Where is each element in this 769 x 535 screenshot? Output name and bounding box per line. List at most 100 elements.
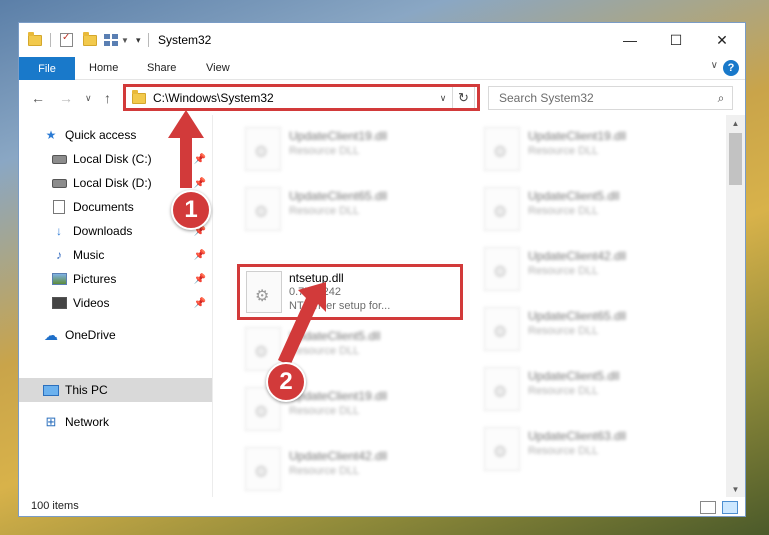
window-title: System32 (158, 33, 212, 47)
file-description: Resource DLL (528, 205, 599, 217)
view-options-icon[interactable] (104, 32, 118, 48)
file-name: UpdateClient42.dll (528, 249, 627, 263)
dll-file-icon (484, 307, 520, 351)
file-name: UpdateClient19.dll (289, 129, 388, 143)
pin-icon[interactable]: 📌 (194, 250, 206, 261)
sidebar-item-this-pc[interactable]: This PC (19, 378, 212, 402)
sidebar-item-label: Quick access (65, 128, 137, 142)
network-icon: ⊞ (45, 414, 57, 429)
sidebar-item-onedrive[interactable]: ☁ OneDrive (19, 323, 212, 347)
file-item[interactable]: UpdateClient65.dll Resource DLL (476, 299, 702, 355)
scroll-up-icon[interactable]: ▲ (726, 115, 745, 131)
sidebar-item-videos[interactable]: Videos 📌 (19, 291, 212, 315)
dll-file-icon (245, 127, 281, 171)
folder-icon (28, 31, 42, 48)
disk-icon (51, 152, 67, 166)
minimize-button[interactable]: — (607, 23, 653, 57)
sidebar-item-label: Network (65, 415, 110, 429)
pin-icon[interactable]: 📌 (194, 154, 206, 165)
maximize-button[interactable]: ☐ (653, 23, 699, 57)
file-description: Resource DLL (528, 145, 599, 157)
ribbon: File Home Share View ∨ ? (19, 57, 745, 80)
sidebar-item-quick-access[interactable]: ★ Quick access (19, 123, 212, 147)
file-version: 0.75.0.242 (289, 286, 341, 298)
dll-file-icon (484, 367, 520, 411)
sidebar-item-label: OneDrive (65, 328, 116, 342)
file-description: NT Driver setup for... (289, 300, 391, 312)
file-name: UpdateClient65.dll (289, 189, 388, 203)
file-description: Resource DLL (289, 205, 360, 217)
customize-toolbar-chevron-icon[interactable]: ▼ (121, 32, 129, 48)
file-item[interactable]: UpdateClient5.dll Resource DLL (476, 359, 702, 415)
sidebar-item-network[interactable]: ⊞ Network (19, 410, 212, 434)
tab-share[interactable]: Share (147, 62, 176, 74)
toolbar-separator (50, 32, 51, 48)
file-description: Resource DLL (528, 265, 599, 277)
tab-file[interactable]: File (19, 57, 75, 80)
scroll-thumb[interactable] (729, 133, 742, 185)
properties-icon[interactable] (60, 32, 73, 48)
sidebar-item-pictures[interactable]: Pictures 📌 (19, 267, 212, 291)
title-separator (148, 32, 149, 48)
pin-icon[interactable]: 📌 (194, 178, 206, 189)
sidebar-item-label: Pictures (73, 272, 117, 286)
document-icon (51, 200, 67, 214)
search-icon[interactable]: ⌕ (710, 91, 732, 106)
step-marker-2: 2 (266, 362, 306, 402)
sidebar-item-label: Local Disk (C:) (73, 152, 152, 166)
help-icon[interactable]: ? (723, 60, 739, 76)
computer-icon (43, 383, 59, 397)
file-item[interactable]: UpdateClient63.dll Resource DLL (476, 419, 702, 475)
sidebar-item-label: Downloads (73, 224, 133, 238)
file-item-highlighted[interactable]: ntsetup.dll 0.75.0.242 NT Driver setup f… (237, 264, 463, 320)
navigation-pane: ★ Quick access Local Disk (C:) 📌 Local D… (19, 115, 213, 497)
recent-locations-button[interactable]: ∨ (85, 93, 92, 104)
forward-button[interactable]: → (59, 90, 73, 106)
file-name: UpdateClient5.dll (528, 189, 620, 203)
back-button[interactable]: ← (31, 90, 45, 106)
large-icons-view-icon[interactable] (722, 501, 738, 514)
sidebar-item-music[interactable]: ♪ Music 📌 (19, 243, 212, 267)
tab-home[interactable]: Home (89, 62, 118, 74)
star-icon: ★ (45, 128, 57, 142)
file-item[interactable]: UpdateClient5.dll Resource DLL (476, 179, 702, 235)
file-description: Resource DLL (289, 145, 360, 157)
file-item[interactable]: UpdateClient19.dll Resource DLL (237, 119, 463, 175)
scroll-down-icon[interactable]: ▼ (726, 481, 745, 497)
pin-icon[interactable]: 📌 (194, 274, 206, 285)
dll-file-icon (484, 127, 520, 171)
tab-view[interactable]: View (206, 62, 230, 74)
file-item[interactable]: UpdateClient19.dll Resource DLL (476, 119, 702, 175)
file-description: Resource DLL (528, 325, 599, 337)
dll-file-icon (484, 427, 520, 471)
pictures-icon (51, 272, 67, 286)
up-button[interactable]: ↑ (104, 90, 111, 106)
download-icon: ↓ (56, 224, 62, 238)
dll-file-icon (245, 447, 281, 491)
sidebar-item-label: Videos (73, 296, 110, 310)
status-bar: 100 items (19, 497, 745, 516)
details-view-icon[interactable] (700, 501, 716, 514)
ribbon-collapse-icon[interactable]: ∨ (711, 60, 718, 71)
file-name: UpdateClient19.dll (528, 129, 627, 143)
cloud-icon: ☁ (44, 326, 58, 343)
sidebar-item-label: Music (73, 248, 105, 262)
file-item[interactable]: UpdateClient5.dll Resource DLL (237, 319, 463, 375)
title-bar: ▼ ▾ System32 — ☐ ✕ (19, 23, 745, 57)
dll-file-icon (484, 247, 520, 291)
file-item[interactable]: UpdateClient65.dll Resource DLL (237, 179, 463, 235)
pin-icon[interactable]: 📌 (194, 298, 206, 309)
file-description: Resource DLL (289, 405, 360, 417)
quick-access-dropdown-icon[interactable]: ▾ (136, 32, 141, 48)
new-folder-icon[interactable] (83, 31, 97, 48)
item-count: 100 items (31, 500, 79, 512)
search-input[interactable]: Search System32 ⌕ (488, 86, 733, 110)
close-button[interactable]: ✕ (699, 23, 745, 57)
file-item[interactable]: UpdateClient42.dll Resource DLL (476, 239, 702, 295)
file-description: Resource DLL (528, 385, 599, 397)
sidebar-item-local-disk-c[interactable]: Local Disk (C:) 📌 (19, 147, 212, 171)
file-name: ntsetup.dll (289, 271, 344, 285)
vertical-scrollbar[interactable]: ▲ ▼ (726, 115, 745, 497)
file-item[interactable]: UpdateClient42.dll Resource DLL (237, 439, 463, 495)
search-placeholder: Search System32 (499, 91, 594, 105)
